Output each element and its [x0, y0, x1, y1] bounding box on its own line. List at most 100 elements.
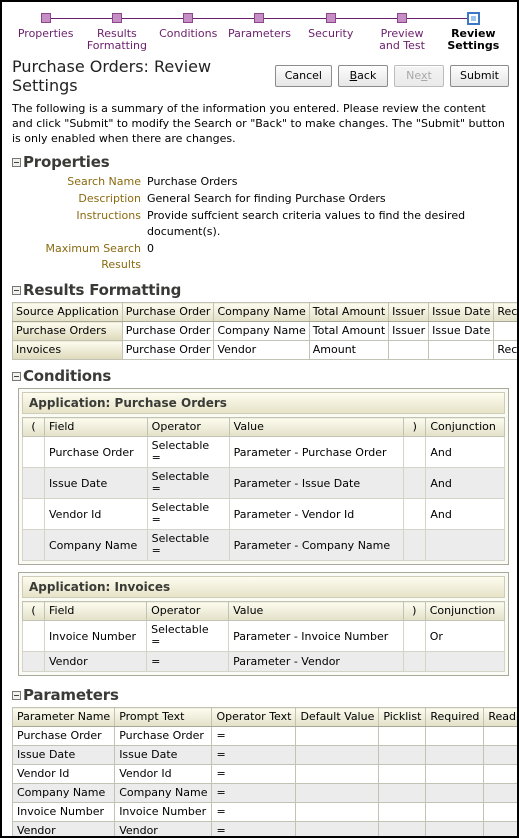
wizard-step-square-icon[interactable]	[183, 13, 194, 23]
wizard-step-marker-row	[152, 11, 224, 25]
table-row: Vendor Id Vendor Id =	[11, 764, 517, 784]
table-cell	[425, 783, 485, 803]
table-cell	[425, 745, 485, 765]
wizard-step-label: Parameters	[228, 27, 291, 40]
column-header: Receive Date	[493, 302, 517, 322]
wizard-step-parameters[interactable]: Parameters	[223, 11, 296, 40]
close-paren-cell	[402, 651, 426, 672]
column-header: Issuer	[388, 302, 430, 322]
table-cell: =	[211, 745, 297, 765]
field-cell: Vendor	[43, 651, 148, 672]
row-header-cell: Purchase Orders	[12, 321, 123, 341]
operator-cell: Selectable =	[146, 467, 230, 499]
wizard-step-review-settings[interactable]: Review Settings	[437, 11, 509, 52]
operator-line: =	[151, 635, 161, 648]
section-title-results-formatting: Results Formatting	[23, 281, 182, 299]
wizard-step-current-icon[interactable]	[466, 11, 480, 25]
operator-line: =	[151, 513, 161, 526]
next-button: Next	[393, 65, 444, 87]
table-cell: Invoice Number	[11, 802, 116, 822]
wizard-step-square-icon[interactable]	[111, 13, 122, 23]
collapse-icon[interactable]	[12, 285, 21, 295]
column-header: Field	[44, 417, 148, 437]
table-cell: =	[211, 802, 297, 822]
wizard-step-preview-and-test[interactable]: Preview and Test	[366, 11, 438, 52]
parameters-wrap: Parameter Name Prompt Text Operator Text De…	[2, 707, 517, 836]
back-button[interactable]: Back	[337, 65, 388, 87]
value-cell: Parameter - Issue Date	[228, 467, 405, 499]
section-title-properties: Properties	[23, 153, 110, 171]
conditions-application-title: Application: Purchase Orders	[22, 392, 505, 414]
column-header: Issue Date	[428, 302, 495, 322]
conditions-table: (Field Operator Value) Conjunction Invoice N…	[22, 601, 506, 672]
open-paren-cell	[22, 651, 45, 672]
column-header: Conjunction	[424, 601, 506, 621]
collapse-icon[interactable]	[12, 371, 21, 381]
open-paren-cell	[22, 436, 45, 468]
wizard-step-properties[interactable]: Properties	[10, 11, 82, 40]
table-cell	[483, 802, 517, 822]
table-row: Purchase Orders Purchase Order Company Nam…	[12, 321, 517, 341]
collapse-icon[interactable]	[12, 157, 21, 167]
operator-line: Selectable	[151, 439, 210, 452]
table-row: Issue Date Selectable = Parameter - Issue D…	[22, 467, 505, 499]
column-header: Picklist	[378, 707, 427, 727]
column-header: Operator Text	[211, 707, 297, 727]
table-cell: Vendor	[114, 821, 213, 836]
table-row: InvoicesPurchase OrderVendorAmount Receiv…	[12, 340, 517, 360]
table-cell: Purchase Order	[121, 340, 215, 360]
results-formatting-wrap: Source Application Purchase Order Company …	[2, 302, 517, 364]
table-cell: Vendor	[213, 340, 310, 360]
table-cell: Issuer	[388, 321, 430, 341]
table-cell: Purchase Order	[114, 726, 213, 746]
table-cell	[295, 802, 380, 822]
wizard-step-results-formatting[interactable]: Results Formatting	[81, 11, 153, 52]
table-cell	[378, 821, 427, 836]
section-header-conditions[interactable]: Conditions	[2, 364, 517, 388]
table-cell	[378, 802, 427, 822]
close-paren-cell	[403, 498, 427, 530]
open-paren-cell	[22, 498, 45, 530]
section-header-results-formatting[interactable]: Results Formatting	[2, 278, 517, 302]
table-row: Vendor = Parameter - Vendor	[22, 651, 506, 672]
property-row: Instructions Provide suffcient search cri…	[12, 208, 507, 240]
table-cell: Company Name	[114, 783, 213, 803]
table-cell	[295, 745, 380, 765]
collapse-icon[interactable]	[12, 690, 21, 700]
wizard-step-square-icon[interactable]	[254, 13, 265, 23]
table-cell	[378, 783, 427, 803]
property-value: General Search for finding Purchase Orde…	[147, 192, 386, 205]
operator-line: Selectable	[151, 470, 210, 483]
section-header-parameters[interactable]: Parameters	[2, 683, 517, 707]
table-cell: =	[211, 821, 297, 836]
table-cell	[425, 821, 485, 836]
table-row: Purchase Order Selectable = Parameter - Pur…	[22, 436, 505, 468]
operator-line: =	[151, 544, 161, 557]
value-cell: Parameter - Vendor	[228, 651, 404, 672]
table-header-row: (Field Operator Value) Conjunction	[22, 417, 505, 437]
wizard-connector-right	[335, 18, 367, 19]
wizard-step-label: Properties	[17, 27, 74, 40]
wizard-step-security[interactable]: Security	[295, 11, 367, 40]
section-header-properties[interactable]: Properties	[2, 150, 517, 174]
wizard-step-label: Conditions	[159, 27, 218, 40]
cancel-button[interactable]: Cancel	[274, 65, 332, 87]
wizard-step-square-icon[interactable]	[325, 13, 336, 23]
field-cell: Purchase Order	[44, 436, 148, 468]
submit-button[interactable]: Submit	[449, 65, 509, 87]
section-title-parameters: Parameters	[23, 686, 119, 704]
wizard-step-square-icon[interactable]	[397, 13, 408, 23]
open-paren-cell	[22, 529, 45, 561]
field-cell: Vendor Id	[44, 498, 148, 530]
table-cell	[295, 726, 380, 746]
table-cell: Issue Date	[11, 745, 116, 765]
wizard-step-square-icon[interactable]	[40, 13, 51, 23]
conjunction-cell	[424, 651, 506, 672]
table-cell: Amount	[308, 340, 390, 360]
conjunction-cell: And	[425, 498, 505, 530]
table-cell	[428, 340, 495, 360]
operator-cell: Selectable =	[146, 498, 230, 530]
conditions-table: (Field Operator Value) Conjunction Purchase …	[22, 417, 505, 561]
wizard-step-conditions[interactable]: Conditions	[152, 11, 224, 40]
property-row: Maximum Search Results 0	[12, 241, 507, 273]
